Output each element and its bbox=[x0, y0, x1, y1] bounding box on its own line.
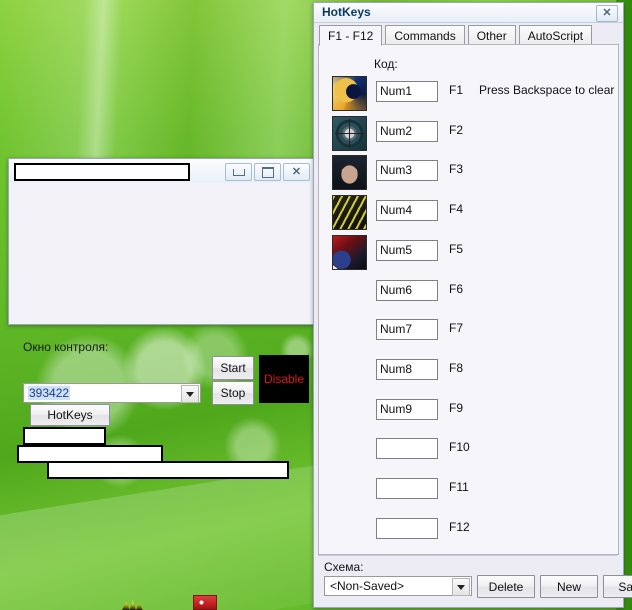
scheme-value: <Non-Saved> bbox=[329, 579, 405, 593]
code-value: Num1 bbox=[380, 84, 412, 98]
fkey-label-f12: F12 bbox=[449, 520, 470, 534]
minimize-icon bbox=[233, 169, 245, 176]
scheme-divider bbox=[318, 555, 617, 556]
yellow-web-icon[interactable] bbox=[332, 195, 367, 230]
tab-other[interactable]: Other bbox=[468, 25, 516, 46]
stop-button[interactable]: Stop bbox=[212, 381, 254, 405]
code-value: Num9 bbox=[380, 402, 412, 416]
hotkeys-window-title: HotKeys bbox=[322, 5, 371, 19]
control-window-titlebar[interactable]: ✕ bbox=[9, 159, 314, 184]
scheme-combobox[interactable]: <Non-Saved> bbox=[324, 576, 472, 596]
hotkey-row: Num7 F7 bbox=[319, 314, 618, 352]
code-input-f9[interactable]: Num9 bbox=[376, 399, 438, 420]
close-icon: ✕ bbox=[602, 8, 611, 19]
empty-field-1[interactable] bbox=[23, 427, 106, 445]
minimize-button[interactable] bbox=[225, 163, 252, 181]
code-value: Num6 bbox=[380, 283, 412, 297]
fkey-label-f7: F7 bbox=[449, 321, 463, 335]
close-icon: ✕ bbox=[292, 167, 301, 178]
fkey-label-f8: F8 bbox=[449, 361, 463, 375]
red-flag-icon[interactable] bbox=[193, 595, 217, 610]
backspace-hint: Press Backspace to clear bbox=[479, 83, 614, 97]
masked-face-icon[interactable] bbox=[332, 155, 367, 190]
hotkey-row: F11 bbox=[319, 473, 618, 511]
title-text-field[interactable] bbox=[14, 163, 190, 181]
fkey-label-f11: F11 bbox=[449, 480, 469, 494]
delete-button[interactable]: Delete bbox=[477, 575, 535, 598]
fkey-label-f9: F9 bbox=[449, 401, 463, 415]
scheme-label: Схема: bbox=[324, 560, 363, 574]
hotkey-row: Num8 F8 bbox=[319, 354, 618, 392]
tab-autoscript[interactable]: AutoScript bbox=[519, 25, 592, 46]
hotkey-row: Num4 F4 bbox=[319, 195, 618, 233]
hotkey-row: F10 bbox=[319, 433, 618, 471]
hotkeys-window[interactable]: HotKeys ✕ F1 - F12CommandsOtherAutoScrip… bbox=[313, 2, 624, 608]
control-window-value: 393422 bbox=[28, 386, 70, 400]
fkey-label-f4: F4 bbox=[449, 202, 463, 216]
fkey-label-f6: F6 bbox=[449, 282, 463, 296]
tab-commands[interactable]: Commands bbox=[385, 25, 464, 46]
code-input-f12[interactable] bbox=[376, 518, 438, 539]
hotkeys-titlebar[interactable]: HotKeys ✕ bbox=[314, 3, 623, 23]
control-window[interactable]: ✕ Окно контроля: 393422 Start Stop Disab… bbox=[8, 158, 315, 325]
code-value: Num8 bbox=[380, 362, 412, 376]
save-button[interactable]: Save bbox=[603, 575, 632, 598]
red-blade-icon[interactable] bbox=[332, 235, 367, 270]
fkey-label-f3: F3 bbox=[449, 162, 463, 176]
code-input-f3[interactable]: Num3 bbox=[376, 160, 438, 181]
hotkey-row: Num2 F2 bbox=[319, 116, 618, 154]
fkey-label-f5: F5 bbox=[449, 242, 463, 256]
code-input-f4[interactable]: Num4 bbox=[376, 200, 438, 221]
hotkey-row: Num5 F5 bbox=[319, 235, 618, 273]
code-value: Num3 bbox=[380, 163, 412, 177]
chevron-down-icon[interactable] bbox=[181, 385, 199, 403]
window-button-group: ✕ bbox=[225, 163, 310, 181]
code-input-f8[interactable]: Num8 bbox=[376, 359, 438, 380]
code-input-f11[interactable] bbox=[376, 478, 438, 499]
control-window-label: Окно контроля: bbox=[23, 340, 108, 354]
f1-f12-tab-panel: Код: Num1 F1 Press Backspace to clear Num2 F… bbox=[318, 44, 619, 555]
tab-strip: F1 - F12CommandsOtherAutoScript bbox=[319, 25, 592, 46]
hotkey-row: Num3 F3 bbox=[319, 155, 618, 193]
fkey-label-f2: F2 bbox=[449, 123, 463, 137]
hotkey-row: Num9 F9 bbox=[319, 394, 618, 432]
code-value: Num2 bbox=[380, 124, 412, 138]
fkey-label-f10: F10 bbox=[449, 440, 470, 454]
code-input-f1[interactable]: Num1 bbox=[376, 81, 438, 102]
fkey-label-f1: F1 bbox=[449, 83, 463, 97]
hotkey-row: Num6 F6 bbox=[319, 275, 618, 313]
close-button[interactable]: ✕ bbox=[283, 163, 310, 181]
code-input-f10[interactable] bbox=[376, 438, 438, 459]
empty-field-3[interactable] bbox=[47, 461, 289, 479]
status-badge: Disable bbox=[259, 355, 309, 403]
maximize-button[interactable] bbox=[254, 163, 281, 181]
control-window-combobox[interactable]: 393422 bbox=[23, 383, 201, 403]
code-input-f7[interactable]: Num7 bbox=[376, 319, 438, 340]
code-input-f5[interactable]: Num5 bbox=[376, 240, 438, 261]
new-button[interactable]: New bbox=[540, 575, 598, 598]
code-value: Num4 bbox=[380, 203, 412, 217]
maximize-icon bbox=[262, 167, 274, 178]
chevron-down-icon[interactable] bbox=[452, 578, 470, 596]
hotkey-row: Num1 F1 Press Backspace to clear bbox=[319, 76, 618, 114]
code-value: Num5 bbox=[380, 243, 412, 257]
control-window-body bbox=[9, 183, 314, 324]
tab-f1-f12[interactable]: F1 - F12 bbox=[319, 25, 382, 46]
close-button[interactable]: ✕ bbox=[596, 5, 618, 22]
shield-cross-icon[interactable] bbox=[332, 116, 367, 151]
status-label: Disable bbox=[264, 372, 304, 386]
code-input-f2[interactable]: Num2 bbox=[376, 121, 438, 142]
start-button[interactable]: Start bbox=[212, 356, 254, 380]
hotkeys-button[interactable]: HotKeys bbox=[30, 404, 110, 426]
code-value: Num7 bbox=[380, 322, 412, 336]
spiral-orb-icon[interactable] bbox=[332, 76, 367, 111]
code-input-f6[interactable]: Num6 bbox=[376, 280, 438, 301]
code-column-label: Код: bbox=[374, 57, 398, 71]
hotkey-row: F12 bbox=[319, 513, 618, 551]
